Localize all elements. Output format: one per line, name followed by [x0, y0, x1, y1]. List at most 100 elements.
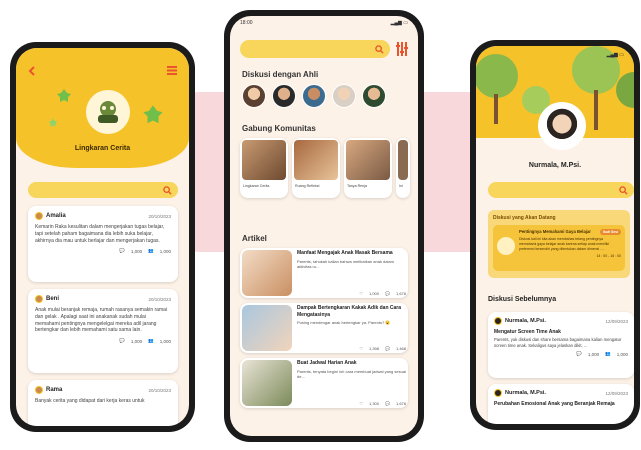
- article-card[interactable]: Buat Jadwal Harian Anak Parents, tenyata…: [240, 358, 408, 408]
- avatar: [538, 102, 586, 150]
- comment-count: 1,000: [130, 248, 143, 254]
- community-label: Lingkaran Cerita: [243, 184, 270, 188]
- chevron-left-icon[interactable]: [28, 66, 36, 76]
- discussion-title: Mengatur Screen Time Anak: [494, 329, 561, 335]
- search-bar[interactable]: [240, 40, 390, 58]
- community-image: [242, 140, 286, 180]
- post-author: Rama: [46, 387, 63, 393]
- member-count: 1,000: [159, 248, 171, 254]
- avatar: [494, 317, 502, 325]
- community-label: Tanya Renja: [347, 184, 367, 188]
- upcoming-discussion-panel: Diskusi yang Akan Datang Pentingnya Mema…: [488, 210, 630, 278]
- community-image: [398, 140, 408, 180]
- comment-icon: 💬: [385, 346, 390, 351]
- comment-count: 1,678: [395, 401, 406, 406]
- article-card[interactable]: Manfaat Mengajak Anak Masak Bersama Pare…: [240, 248, 408, 298]
- experts-section-title: Diskusi dengan Ahli: [242, 70, 319, 79]
- search-bar[interactable]: [28, 182, 178, 198]
- people-icon: 👥: [148, 248, 154, 254]
- comment-count: 1,000: [587, 351, 600, 357]
- mockup-stage: Lingkaran Cerita Amalia 20/10/2023 Kemar…: [0, 0, 641, 450]
- comment-count: 1,000: [130, 338, 143, 344]
- discussion-desc: Parents, yuk diskusi dan share bersama b…: [494, 337, 622, 348]
- event-title: Pentingnya Memahami Gaya Belajar: [519, 229, 591, 234]
- upcoming-event-card[interactable]: Pentingnya Memahami Gaya Belajar Ikuti Se…: [493, 225, 625, 271]
- hamburger-icon[interactable]: [167, 66, 177, 75]
- comment-icon: 💬: [119, 338, 125, 343]
- people-icon: 👥: [148, 338, 154, 343]
- lightbulb-icon: [497, 237, 515, 255]
- status-bar: 18:00 ▂▄▆ ▭: [230, 16, 418, 26]
- discussion-date: 12/09/2023: [605, 390, 628, 396]
- like-count: 1,398: [368, 346, 379, 351]
- search-icon[interactable]: [163, 185, 172, 195]
- community-card[interactable]: Ruang Refleksi: [292, 138, 340, 198]
- status-time: 18:00: [240, 20, 253, 26]
- leaf-icon: [57, 89, 71, 102]
- discussion-author: Nurmala, M.Psi.: [505, 318, 546, 324]
- member-count: 1,000: [616, 351, 628, 357]
- like-count: 1,300: [368, 401, 379, 406]
- avatar: [494, 389, 502, 397]
- heart-icon[interactable]: ♡: [359, 401, 363, 406]
- event-desc: Diskusi kali ini kita akan membahas teta…: [519, 237, 610, 251]
- expert-avatar[interactable]: [332, 84, 356, 108]
- phone-community: Lingkaran Cerita Amalia 20/10/2023 Kemar…: [10, 42, 195, 432]
- article-card[interactable]: Dampak Bertengkaran Kakak Adik dan Cara …: [240, 303, 408, 353]
- home-screen: 18:00 ▂▄▆ ▭ Diskusi dengan Ahli Gabung K…: [230, 16, 418, 436]
- join-session-button[interactable]: Ikuti Sesi: [600, 229, 621, 236]
- article-desc: Parents, tenyata begini loh cara membuat…: [297, 368, 406, 379]
- heart-icon[interactable]: ♡: [359, 291, 363, 296]
- search-bar[interactable]: [488, 182, 634, 198]
- discussion-card[interactable]: Nurmala, M.Psi. 12/09/2023 Perubahan Emo…: [488, 384, 634, 424]
- community-carousel: Lingkaran Cerita Ruang Refleksi Tanya Re…: [240, 138, 418, 198]
- status-bar: ▂▄▆ ▭: [476, 50, 634, 60]
- expert-avatar[interactable]: [272, 84, 296, 108]
- post-date: 20/10/2023: [148, 296, 171, 302]
- community-card[interactable]: Ini: [396, 138, 410, 198]
- article-desc: Pusing mendengar anak bertengkar ya, Par…: [297, 320, 391, 325]
- phone-home: 18:00 ▂▄▆ ▭ Diskusi dengan Ahli Gabung K…: [224, 10, 424, 442]
- search-icon[interactable]: [619, 185, 628, 195]
- people-icon: 👥: [605, 351, 611, 357]
- community-section-title: Gabung Komunitas: [242, 124, 316, 133]
- list-item[interactable]: Beni 20/10/2023 Anak mulai beranjak rema…: [28, 289, 178, 373]
- list-item[interactable]: Amalia 20/10/2023 Kemarin Raka kesulitan…: [28, 206, 178, 282]
- phone-expert-profile: ▂▄▆ ▭ Nurmala, M.Psi. Diskusi yang Akan …: [470, 40, 640, 430]
- post-date: 20/10/2023: [148, 213, 171, 219]
- article-title: Manfaat Mengajak Anak Masak Bersama: [297, 250, 393, 256]
- upcoming-title: Diskusi yang Akan Datang: [493, 215, 556, 221]
- discussion-card[interactable]: Nurmala, M.Psi. 12/09/2023 Mengatur Scre…: [488, 312, 634, 378]
- community-card[interactable]: Lingkaran Cerita: [240, 138, 288, 198]
- expert-avatar[interactable]: [302, 84, 326, 108]
- heart-icon[interactable]: ♡: [359, 346, 363, 351]
- expert-avatar[interactable]: [362, 84, 386, 108]
- community-card[interactable]: Tanya Renja: [344, 138, 392, 198]
- battery-icon: ▂▄▆ ▭: [390, 20, 408, 26]
- post-text: Kemarin Raka kesulitan dalam mengerjakan…: [35, 224, 165, 244]
- list-item[interactable]: Rama 20/10/2023 Banyak cerita yang didap…: [28, 380, 178, 426]
- filter-icon[interactable]: [396, 42, 408, 56]
- comment-icon: 💬: [576, 351, 582, 357]
- articles-section-title: Artikel: [242, 234, 267, 243]
- article-image: [242, 360, 292, 406]
- battery-icon: ▂▄▆ ▭: [606, 52, 624, 58]
- community-title: Lingkaran Cerita: [74, 145, 131, 152]
- comment-icon: 💬: [385, 401, 390, 406]
- avatar: [35, 212, 43, 220]
- expert-name: Nurmala, M.Psi.: [528, 162, 582, 169]
- post-text: Banyak cerita yang didapat dari kerja ke…: [35, 398, 145, 404]
- comment-count: 1,468: [395, 346, 406, 351]
- community-label: Ini: [399, 184, 403, 188]
- search-icon[interactable]: [375, 44, 384, 54]
- previous-discussions-title: Diskusi Sebelumnya: [488, 296, 557, 303]
- expert-avatar-row: [242, 84, 418, 108]
- story-list: Amalia 20/10/2023 Kemarin Raka kesulitan…: [28, 206, 178, 426]
- expert-profile-screen: ▂▄▆ ▭ Nurmala, M.Psi. Diskusi yang Akan …: [476, 46, 634, 424]
- article-image: [242, 305, 292, 351]
- expert-avatar[interactable]: [242, 84, 266, 108]
- community-header: Lingkaran Cerita: [16, 48, 189, 168]
- leaf-icon: [48, 118, 58, 127]
- discussion-author: Nurmala, M.Psi.: [505, 390, 546, 396]
- post-author: Amalia: [46, 213, 66, 219]
